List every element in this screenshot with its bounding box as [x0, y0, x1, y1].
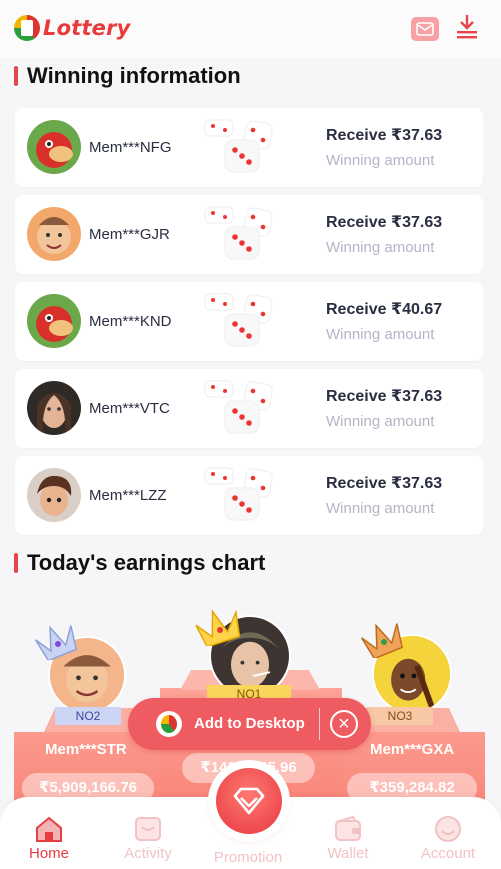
winning-card[interactable]: Mem***VTC Receive ₹37.63 Winning amount	[15, 369, 483, 448]
home-icon	[36, 816, 62, 842]
nav-label-promotion: Promotion	[213, 849, 283, 866]
third-place-user: Mem***GXA	[370, 741, 455, 758]
title-accent-bar	[14, 66, 18, 86]
earnings-title-text: Today's earnings chart	[27, 550, 266, 575]
avatar	[27, 294, 81, 348]
winning-card[interactable]: Mem***KND Receive ₹40.67 Winning amount	[15, 282, 483, 361]
wallet-icon	[335, 815, 361, 841]
app-icon	[156, 711, 182, 737]
nav-item-promotion[interactable]: Promotion	[208, 849, 288, 867]
winning-amount-label: Winning amount	[326, 239, 435, 256]
add-to-desktop-banner[interactable]: Add to Desktop ×	[128, 698, 371, 750]
lottery-logo-icon	[14, 15, 40, 41]
nav-item-home[interactable]: Home	[9, 815, 89, 863]
gold-crown-icon	[195, 609, 241, 646]
avatar	[27, 468, 81, 522]
winning-list: Mem***NFG Receive ₹37.63 Winning amount …	[15, 108, 483, 543]
avatar	[27, 120, 81, 174]
winning-amount-label: Winning amount	[326, 152, 435, 169]
winning-title-text: Winning information	[27, 63, 241, 88]
nav-label-account: Account	[420, 845, 476, 862]
earnings-section-title: Today's earnings chart	[14, 550, 265, 576]
download-button[interactable]	[455, 14, 479, 40]
app-header: Lottery	[0, 0, 501, 58]
user-name: Mem***GJR	[89, 226, 170, 243]
user-name: Mem***KND	[89, 313, 172, 330]
second-place-user: Mem***STR	[45, 741, 127, 758]
winning-amount-label: Winning amount	[326, 500, 435, 517]
download-icon	[457, 15, 477, 39]
dice-icon	[204, 293, 273, 347]
winning-amount-label: Winning amount	[326, 326, 435, 343]
brand-name: Lottery	[43, 16, 131, 40]
mail-icon	[416, 22, 434, 36]
rank-badge-2: NO2	[55, 707, 121, 725]
receive-amount: Receive ₹37.63	[326, 127, 443, 144]
avatar	[27, 207, 81, 261]
user-name: Mem***NFG	[89, 139, 172, 156]
dice-icon	[204, 119, 273, 173]
silver-crown-icon	[34, 625, 78, 660]
mail-button[interactable]	[411, 17, 439, 41]
face-icon	[435, 816, 461, 842]
add-to-desktop-label[interactable]: Add to Desktop	[194, 715, 305, 732]
winning-card[interactable]: Mem***NFG Receive ₹37.63 Winning amount	[15, 108, 483, 187]
dice-icon	[204, 380, 273, 434]
diamond-icon	[233, 787, 265, 815]
winning-card[interactable]: Mem***LZZ Receive ₹37.63 Winning amount	[15, 456, 483, 535]
dice-icon	[204, 467, 273, 521]
close-icon[interactable]: ×	[330, 710, 358, 738]
gift-icon	[135, 817, 161, 841]
winning-amount-label: Winning amount	[326, 413, 435, 430]
bronze-crown-icon	[360, 623, 404, 658]
user-name: Mem***LZZ	[89, 487, 167, 504]
promotion-button-inner	[216, 768, 282, 834]
nav-label-activity: Activity	[124, 845, 172, 862]
receive-amount: Receive ₹37.63	[326, 475, 443, 492]
receive-amount: Receive ₹40.67	[326, 301, 443, 318]
avatar	[27, 381, 81, 435]
nav-item-wallet[interactable]: Wallet	[308, 815, 388, 863]
rank-badge-3: NO3	[367, 707, 433, 725]
nav-item-activity[interactable]: Activity	[108, 815, 188, 863]
receive-amount: Receive ₹37.63	[326, 388, 443, 405]
winning-card[interactable]: Mem***GJR Receive ₹37.63 Winning amount	[15, 195, 483, 274]
receive-amount: Receive ₹37.63	[326, 214, 443, 231]
nav-item-account[interactable]: Account	[408, 815, 488, 863]
promotion-button[interactable]	[212, 764, 286, 838]
user-name: Mem***VTC	[89, 400, 170, 417]
dice-icon	[204, 206, 273, 260]
brand-logo[interactable]: Lottery	[14, 15, 131, 41]
nav-label-home: Home	[28, 845, 69, 862]
title-accent-bar	[14, 553, 18, 573]
divider	[319, 708, 320, 740]
winning-section-title: Winning information	[14, 63, 241, 89]
nav-label-wallet: Wallet	[327, 845, 369, 862]
